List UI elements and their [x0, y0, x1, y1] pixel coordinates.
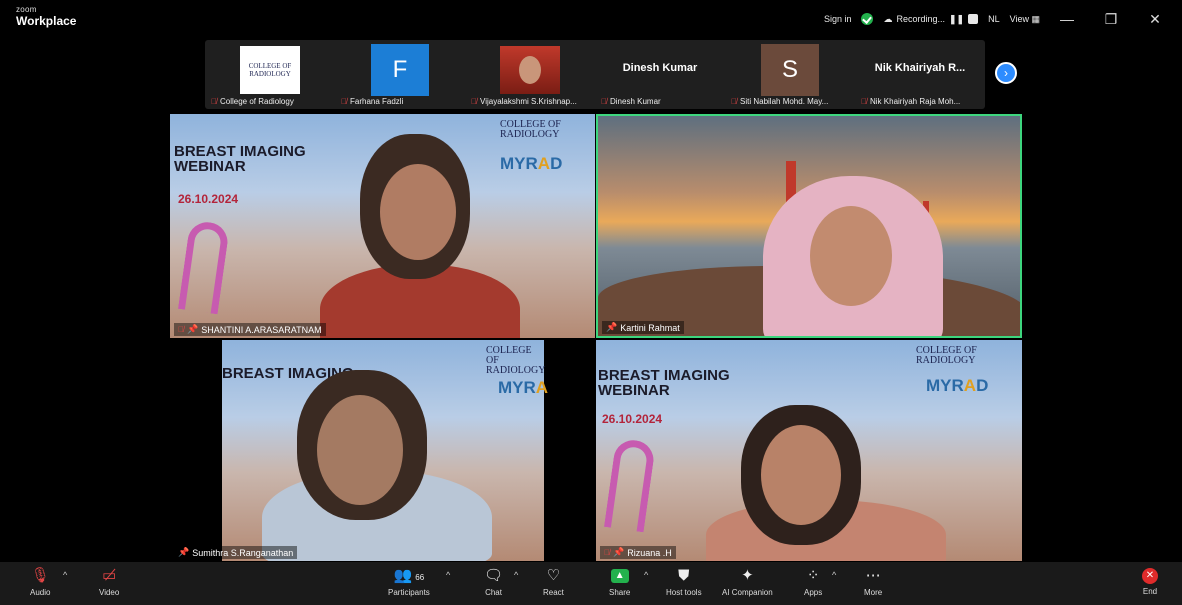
- close-button[interactable]: ✕: [1138, 11, 1172, 28]
- video-tile-sumithra[interactable]: BREAST IMAGING. COLLEGE OFRADIOLOGY MYRA…: [170, 340, 595, 561]
- chat-options-caret[interactable]: ^: [514, 570, 518, 580]
- video-name-label: 🎙̸ 📌 Rizuana .H: [600, 546, 676, 559]
- poster-date: 26.10.2024: [178, 192, 239, 206]
- participants-button[interactable]: 👥 66 Participants: [388, 566, 430, 597]
- audio-button[interactable]: 🎙 Audio: [30, 566, 50, 597]
- next-page-icon[interactable]: ›: [995, 62, 1017, 84]
- mic-muted-icon: 🎙̸: [211, 97, 217, 106]
- brand-small: zoom: [16, 5, 37, 14]
- chat-button[interactable]: 🗨 Chat: [484, 566, 503, 597]
- video-button[interactable]: ▭̸ Video: [99, 566, 119, 597]
- avatar: S: [761, 44, 819, 96]
- mic-muted-icon: 🎙̸: [861, 97, 867, 106]
- avatar: F: [371, 44, 429, 96]
- participants-count: 66: [415, 573, 425, 582]
- thumbnail-nik-khairiyah[interactable]: Nik Khairiyah R... 🎙̸ Nik Khairiyah Raja …: [855, 40, 985, 109]
- participant-face: [380, 164, 456, 260]
- participant-face: [810, 206, 892, 306]
- participants-options-caret[interactable]: ^: [446, 570, 450, 580]
- video-name-label: 🎙̸ 📌 SHANTINI A.ARASARATNAM: [174, 323, 326, 336]
- thumbnail-college-of-radiology[interactable]: COLLEGE OF RADIOLOGY 🎙̸ College of Radiol…: [205, 40, 335, 109]
- participant-name-display: Dinesh Kumar: [622, 62, 698, 74]
- end-icon: ✕: [1142, 568, 1158, 584]
- chat-icon: 🗨: [484, 567, 504, 584]
- thumbnail-label: Farhana Fadzli: [350, 97, 404, 106]
- pin-icon: 📌: [187, 324, 199, 334]
- thumbnail-label: Dinesh Kumar: [610, 97, 661, 106]
- pin-icon: 📌: [606, 322, 618, 332]
- college-logo-text: COLLEGE OF RADIOLOGY: [500, 119, 561, 140]
- video-tile-shantini[interactable]: BREAST IMAGING WEBINAR 26.10.2024 COLLEGE…: [170, 114, 595, 338]
- cloud-icon: ☁: [883, 13, 893, 24]
- audio-options-caret[interactable]: ^: [63, 570, 67, 580]
- thumbnail-vijayalakshmi[interactable]: 🎙̸ Vijayalakshmi S.Krishnap...: [465, 40, 595, 109]
- stop-recording-icon[interactable]: [968, 14, 979, 24]
- virtual-background: BREAST IMAGING. COLLEGE OFRADIOLOGY MYRA: [222, 340, 548, 561]
- react-icon: ♡: [546, 567, 561, 584]
- pink-ribbon-icon: [177, 219, 231, 315]
- mic-muted-icon: 🎙̸: [731, 97, 737, 106]
- share-options-caret[interactable]: ^: [644, 570, 648, 580]
- apps-button[interactable]: ⁘ Apps: [804, 566, 822, 597]
- title-bar: zoom Workplace Sign in ☁ Recording... ❚❚…: [0, 0, 1182, 38]
- restore-button[interactable]: ❐: [1094, 11, 1128, 28]
- college-logo: COLLEGE OF RADIOLOGY: [240, 46, 300, 94]
- meeting-toolbar: 🎙 Audio ^ ▭̸ Video 👥 66 Participants ^ 🗨 …: [0, 562, 1182, 605]
- sparkle-icon: ✦: [741, 567, 754, 584]
- minimize-button[interactable]: —: [1050, 11, 1084, 27]
- poster-title: BREAST IMAGING WEBINAR: [174, 143, 306, 175]
- sign-in-link[interactable]: Sign in: [824, 14, 852, 24]
- brand-large: Workplace: [16, 14, 77, 28]
- react-button[interactable]: ♡ React: [543, 566, 564, 597]
- more-button[interactable]: ⋯ More: [864, 566, 882, 597]
- thumbnail-label: Vijayalakshmi S.Krishnap...: [480, 97, 577, 106]
- participant-face: [317, 395, 403, 505]
- apps-options-caret[interactable]: ^: [832, 570, 836, 580]
- myrad-logo: MYRAD: [500, 154, 563, 173]
- participant-strip: COLLEGE OF RADIOLOGY 🎙̸ College of Radiol…: [205, 40, 985, 109]
- ai-companion-button[interactable]: ✦ AI Companion: [722, 566, 773, 597]
- zoom-brand: zoom Workplace: [16, 5, 77, 28]
- more-icon: ⋯: [865, 567, 881, 584]
- avatar-photo: [500, 46, 560, 94]
- mic-muted-icon: 🎙: [30, 567, 50, 584]
- video-name-label: 📌 Kartini Rahmat: [602, 321, 684, 334]
- thumbnail-label: Nik Khairiyah Raja Moh...: [870, 97, 961, 106]
- share-button[interactable]: ▲ Share: [609, 566, 630, 597]
- participant-face: [761, 425, 841, 525]
- participants-icon: 👥: [393, 567, 413, 584]
- thumbnail-farhana-fadzli[interactable]: F 🎙̸ Farhana Fadzli: [335, 40, 465, 109]
- thumbnail-dinesh-kumar[interactable]: Dinesh Kumar 🎙̸ Dinesh Kumar: [595, 40, 725, 109]
- video-tile-kartini[interactable]: 📌 Kartini Rahmat: [596, 114, 1022, 338]
- video-name-label: 📌 Sumithra S.Ranganathan: [174, 546, 298, 559]
- share-icon: ▲: [610, 569, 629, 583]
- mic-muted-icon: 🎙̸: [341, 97, 347, 106]
- mic-muted-icon: 🎙̸: [604, 548, 610, 557]
- view-button[interactable]: View ▦: [1010, 14, 1040, 25]
- recording-indicator[interactable]: ☁ Recording... ❚❚: [883, 13, 979, 25]
- host-tools-button[interactable]: ⛊ Host tools: [666, 566, 702, 597]
- pin-icon: 📌: [613, 547, 625, 557]
- thumbnail-label: Siti Nabilah Mohd. May...: [740, 97, 829, 106]
- end-button[interactable]: ✕ End: [1142, 566, 1158, 596]
- thumbnail-siti-nabilah[interactable]: S 🎙̸ Siti Nabilah Mohd. May...: [725, 40, 855, 109]
- security-shield-icon[interactable]: [861, 13, 874, 25]
- apps-icon: ⁘: [806, 567, 820, 584]
- pin-icon: 📌: [178, 547, 190, 557]
- mic-muted-icon: 🎙̸: [178, 325, 184, 334]
- mic-muted-icon: 🎙̸: [601, 97, 607, 106]
- view-initial: NL: [988, 14, 1000, 24]
- pink-ribbon-icon: [603, 437, 657, 533]
- video-tile-rizuana[interactable]: BREAST IMAGING WEBINAR 26.10.2024 COLLEGE…: [596, 340, 1022, 561]
- shield-icon: ⛊: [678, 567, 690, 584]
- grid-icon: ▦: [1031, 13, 1040, 24]
- participant-name-display: Nik Khairiyah R...: [874, 62, 966, 74]
- thumbnail-label: College of Radiology: [220, 97, 294, 106]
- pause-recording-icon[interactable]: ❚❚: [949, 14, 964, 25]
- mic-muted-icon: 🎙̸: [471, 97, 477, 106]
- video-off-icon: ▭̸: [102, 567, 117, 584]
- recording-label: Recording...: [896, 14, 945, 24]
